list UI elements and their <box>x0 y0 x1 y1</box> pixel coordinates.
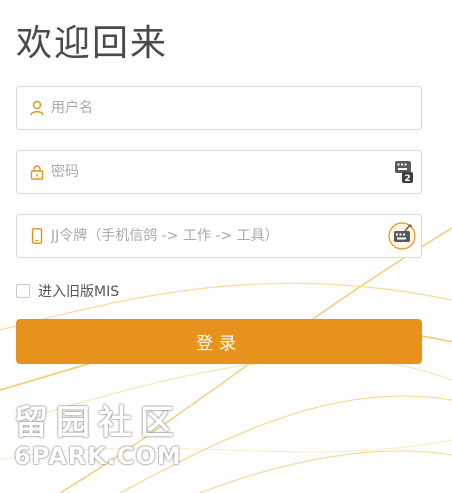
username-field[interactable] <box>16 86 422 130</box>
legacy-mis-label: 进入旧版MIS <box>38 284 120 300</box>
watermark: 留园社区 6PARK.COM <box>14 395 182 470</box>
login-button[interactable]: 登录 <box>16 319 422 364</box>
keyboard-icon[interactable]: 2 <box>395 161 413 184</box>
phone-icon <box>31 228 43 244</box>
watermark-cn: 留园社区 <box>14 403 182 443</box>
password-input[interactable] <box>51 151 381 193</box>
user-icon <box>30 100 44 116</box>
lock-icon <box>30 165 44 180</box>
legacy-mis-option[interactable]: 进入旧版MIS <box>16 281 119 301</box>
token-icon[interactable] <box>387 221 417 251</box>
watermark-en: 6PARK.COM <box>14 442 182 470</box>
token-field[interactable] <box>16 214 422 258</box>
token-input[interactable] <box>51 215 381 257</box>
legacy-mis-checkbox[interactable] <box>16 284 30 298</box>
password-field[interactable]: 2 <box>16 150 422 194</box>
username-input[interactable] <box>51 87 381 129</box>
page-title: 欢迎回来 <box>16 23 169 64</box>
keyboard-badge: 2 <box>404 174 410 183</box>
